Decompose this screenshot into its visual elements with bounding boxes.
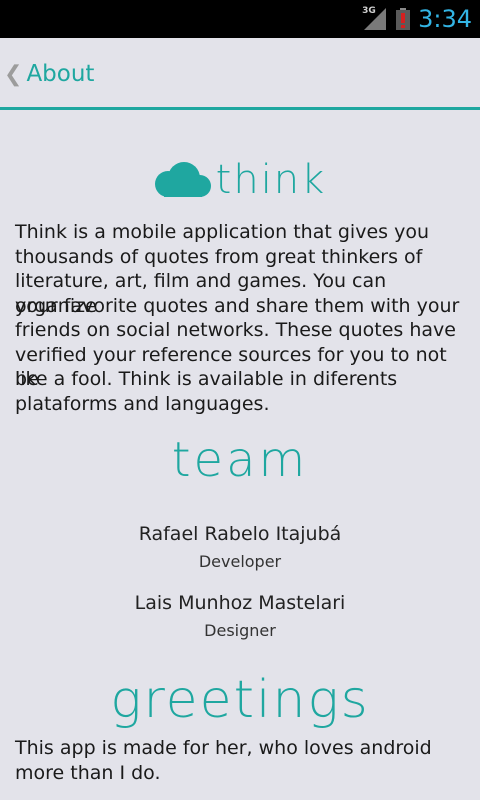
member-role: Designer [204, 621, 276, 640]
description-line: plataforms and languages. [15, 392, 270, 415]
cloud-icon [154, 162, 211, 197]
member-role: Developer [198, 552, 282, 571]
battery-alert-icon [396, 8, 411, 30]
logo-wordmark: think [215, 157, 327, 203]
chevron-left-icon: ❮ [4, 61, 23, 87]
description-line: thousands of quotes from great thinkers … [15, 245, 423, 268]
description-line: like a fool. Think is available in difer… [15, 368, 398, 390]
greetings-line: more than I do. [15, 761, 161, 784]
status-clock: 3:34 [418, 5, 472, 33]
signal-icon: 3G [362, 6, 387, 30]
team-heading: team [171, 432, 309, 488]
description-line: friends on social networks. These quotes… [15, 319, 456, 341]
action-bar-divider [0, 107, 480, 110]
description-line: your favorite quotes and share them with… [15, 294, 460, 317]
description-line: Think is a mobile application that gives… [15, 221, 429, 243]
greetings-line: This app is made for her, who loves andr… [15, 737, 432, 759]
status-indicators: 3G 3:34 [362, 0, 472, 38]
status-bar: 3G 3:34 [0, 0, 480, 38]
think-logo: think [0, 150, 480, 210]
member-name: Lais Munhoz Mastelari [134, 592, 346, 614]
greetings-heading: greetings [110, 670, 370, 730]
action-bar-title: About [26, 61, 95, 87]
member-name: Rafael Rabelo Itajubá [138, 523, 342, 545]
back-button[interactable]: ❮ About [4, 54, 94, 94]
